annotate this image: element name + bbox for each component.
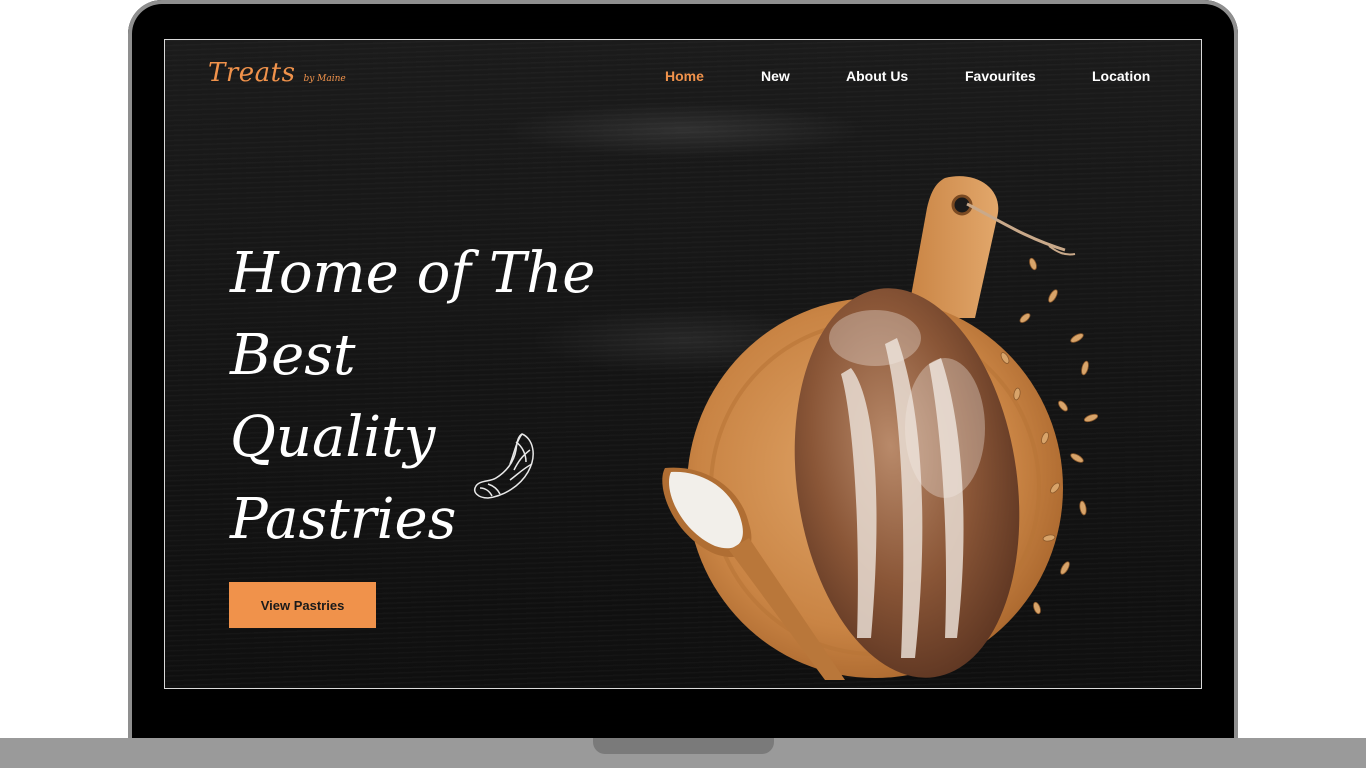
nav-favourites[interactable]: Favourites [965, 68, 1036, 84]
main-nav: Home New About Us Favourites Location [165, 68, 1201, 88]
hero-title-line-1: Home of The [230, 241, 596, 306]
nav-about-us[interactable]: About Us [846, 68, 908, 84]
nav-new[interactable]: New [761, 68, 790, 84]
hero-title-line-2: Best [230, 323, 356, 388]
bread-board-image [662, 176, 1099, 680]
website-screen: Treats by Maine Home New About Us Favour… [164, 39, 1202, 689]
nav-home[interactable]: Home [665, 68, 704, 84]
hero-title: Home of The Best Quality Pastries [230, 233, 596, 561]
view-pastries-button[interactable]: View Pastries [229, 582, 376, 628]
nav-location[interactable]: Location [1092, 68, 1150, 84]
laptop-notch [593, 738, 774, 754]
croissant-sketch-icon [474, 433, 534, 499]
